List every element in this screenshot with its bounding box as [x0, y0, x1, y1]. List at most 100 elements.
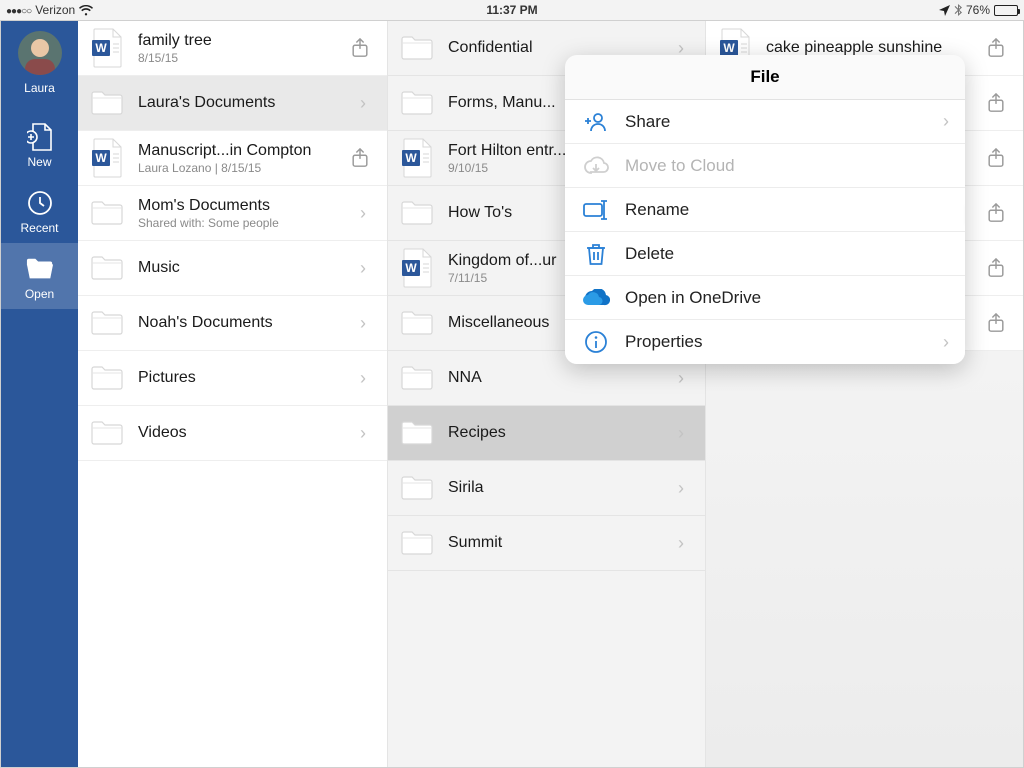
menu-item-label: Open in OneDrive [625, 288, 949, 308]
app-frame: Laura New Recent Open W family tree8/15/… [0, 20, 1024, 768]
rename-icon [581, 200, 611, 220]
list-row[interactable]: Noah's Documents› [78, 296, 387, 351]
word-doc-icon: W [400, 141, 434, 175]
menu-item-rename[interactable]: Rename [565, 188, 965, 232]
chevron-right-icon: › [351, 368, 375, 389]
menu-item-label: Share [625, 112, 943, 132]
svg-text:W: W [95, 151, 107, 165]
row-title: Manuscript...in Compton [138, 142, 351, 160]
row-title: Recipes [448, 424, 669, 442]
folder-icon [400, 526, 434, 560]
folder-icon [400, 31, 434, 65]
list-row[interactable]: Pictures› [78, 351, 387, 406]
list-row[interactable]: W family tree8/15/15 [78, 21, 387, 76]
sidebar-item-open[interactable]: Open [1, 243, 78, 309]
list-row[interactable]: Mom's DocumentsShared with: Some people› [78, 186, 387, 241]
share-icon[interactable] [987, 313, 1011, 333]
chevron-right-icon: › [669, 368, 693, 389]
chevron-right-icon: › [351, 203, 375, 224]
onedrive-icon [581, 289, 611, 307]
folder-icon [90, 361, 124, 395]
menu-item-label: Delete [625, 244, 949, 264]
menu-item-label: Properties [625, 332, 943, 352]
folder-icon [90, 251, 124, 285]
share-icon[interactable] [987, 203, 1011, 223]
column-1: W family tree8/15/15 Laura's Documents› … [78, 21, 388, 767]
row-subtitle: 8/15/15 [138, 51, 351, 65]
list-row[interactable]: Summit› [388, 516, 705, 571]
menu-item-share[interactable]: Share› [565, 100, 965, 144]
folder-icon [400, 306, 434, 340]
popover-header: File [565, 55, 965, 100]
row-subtitle: Shared with: Some people [138, 216, 351, 230]
open-folder-icon [26, 255, 54, 283]
chevron-right-icon: › [943, 111, 949, 132]
chevron-right-icon: › [943, 332, 949, 353]
menu-item-open-in-onedrive[interactable]: Open in OneDrive [565, 276, 965, 320]
list-row[interactable]: Recipes› [388, 406, 705, 461]
row-title: Music [138, 259, 351, 277]
word-doc-icon: W [90, 31, 124, 65]
user-name: Laura [24, 81, 55, 95]
row-title: Videos [138, 424, 351, 442]
chevron-right-icon: › [669, 423, 693, 444]
chevron-right-icon: › [351, 313, 375, 334]
list-row[interactable]: Laura's Documents› [78, 76, 387, 131]
signal-dots-icon: ●●●○○ [6, 3, 31, 17]
list-row[interactable]: Videos› [78, 406, 387, 461]
bluetooth-icon [954, 4, 962, 16]
file-popover: File Share›Move to CloudRenameDeleteOpen… [565, 55, 965, 364]
row-title: Mom's Documents [138, 197, 351, 215]
menu-item-label: Move to Cloud [625, 156, 949, 176]
share-icon[interactable] [987, 148, 1011, 168]
chevron-right-icon: › [669, 478, 693, 499]
info-icon [581, 331, 611, 353]
folder-icon [90, 416, 124, 450]
folder-icon [400, 361, 434, 395]
folder-icon [90, 196, 124, 230]
sidebar-item-label: Recent [20, 221, 58, 235]
menu-item-move-to-cloud: Move to Cloud [565, 144, 965, 188]
sidebar: Laura New Recent Open [1, 21, 78, 767]
row-title: NNA [448, 369, 669, 387]
battery-percent: 76% [966, 3, 990, 17]
chevron-right-icon: › [351, 258, 375, 279]
folder-icon [90, 86, 124, 120]
menu-item-delete[interactable]: Delete [565, 232, 965, 276]
status-bar: ●●●○○ Verizon 11:37 PM 76% [0, 0, 1024, 20]
sidebar-item-new[interactable]: New [1, 111, 78, 177]
chevron-right-icon: › [351, 423, 375, 444]
row-title: Sirila [448, 479, 669, 497]
share-icon[interactable] [987, 93, 1011, 113]
battery-icon [994, 5, 1018, 16]
user-avatar[interactable]: Laura [18, 31, 62, 111]
sidebar-item-label: New [27, 155, 51, 169]
share-icon[interactable] [351, 38, 375, 58]
wifi-icon [79, 5, 93, 16]
row-title: family tree [138, 32, 351, 50]
chevron-right-icon: › [669, 533, 693, 554]
row-title: Summit [448, 534, 669, 552]
svg-text:W: W [723, 41, 735, 55]
menu-item-properties[interactable]: Properties› [565, 320, 965, 364]
trash-icon [581, 242, 611, 266]
sidebar-item-label: Open [25, 287, 54, 301]
sidebar-item-recent[interactable]: Recent [1, 177, 78, 243]
svg-text:W: W [405, 261, 417, 275]
list-row[interactable]: Music› [78, 241, 387, 296]
row-subtitle: Laura Lozano | 8/15/15 [138, 161, 351, 175]
list-row[interactable]: W Manuscript...in ComptonLaura Lozano | … [78, 131, 387, 186]
chevron-right-icon: › [351, 93, 375, 114]
menu-item-label: Rename [625, 200, 949, 220]
row-title: Pictures [138, 369, 351, 387]
folder-icon [400, 86, 434, 120]
share-icon[interactable] [987, 38, 1011, 58]
carrier-label: Verizon [35, 3, 75, 17]
folder-icon [400, 416, 434, 450]
share-icon[interactable] [987, 258, 1011, 278]
new-doc-icon [26, 123, 54, 151]
list-row[interactable]: Sirila› [388, 461, 705, 516]
share-icon[interactable] [351, 148, 375, 168]
row-title: Noah's Documents [138, 314, 351, 332]
cloud-icon [581, 156, 611, 176]
